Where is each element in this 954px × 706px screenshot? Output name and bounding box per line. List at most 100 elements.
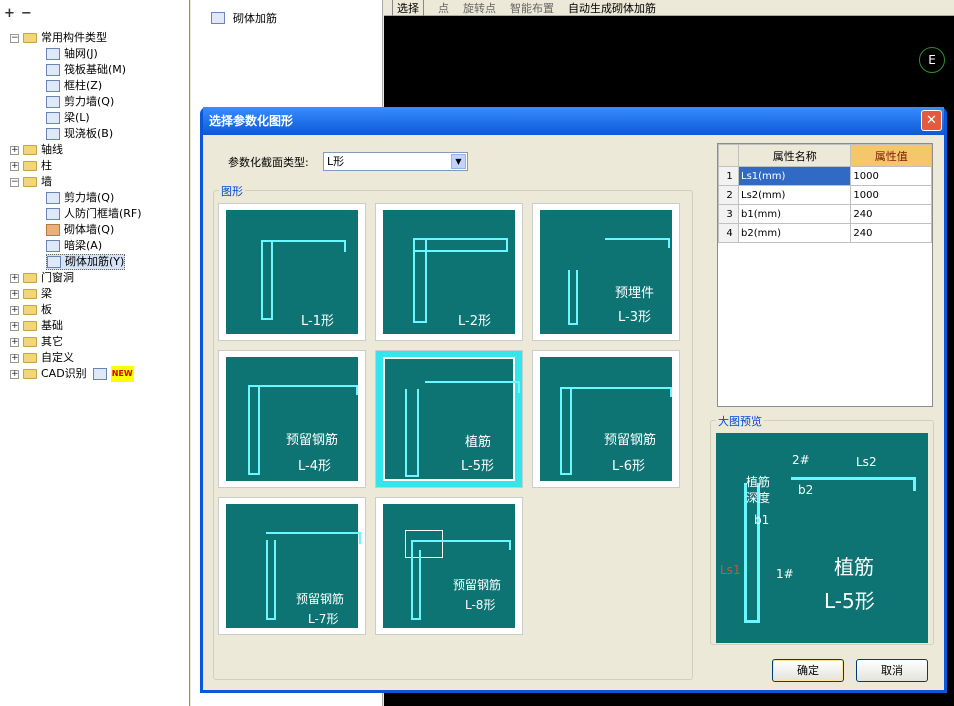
preview-label-plant: 植筋	[746, 475, 771, 489]
tree-node-slab[interactable]: + 板	[10, 302, 52, 318]
collapse-icon[interactable]: −	[10, 177, 19, 187]
preview-label-2: 2#	[792, 453, 810, 467]
tree-node-foundation[interactable]: + 基础	[10, 318, 63, 334]
folder-icon	[23, 161, 37, 171]
folder-icon	[23, 321, 37, 331]
auto-generate-tool[interactable]: 自动生成砌体加筋	[568, 0, 656, 16]
tree-item-column[interactable]: 框柱(Z)	[46, 78, 102, 94]
expand-icon[interactable]: +	[10, 369, 19, 379]
expand-icon[interactable]: +	[10, 161, 19, 171]
table-row[interactable]: 1 Ls1(mm) 1000	[718, 166, 932, 186]
rebar-icon	[211, 12, 225, 24]
cancel-button[interactable]: 取消	[856, 659, 928, 682]
preview-label-1: 1#	[776, 567, 794, 581]
expand-icon[interactable]: +	[10, 337, 19, 347]
folder-icon	[23, 33, 37, 43]
prop-value[interactable]: 1000	[850, 166, 932, 186]
row-index: 2	[718, 185, 739, 205]
smart-place-tool[interactable]: 智能布置	[510, 0, 554, 16]
rebar-icon	[47, 256, 61, 268]
tree-item-slab[interactable]: 现浇板(B)	[46, 126, 113, 142]
shape-thumb-l6[interactable]: 预留钢筋 L-6形	[532, 350, 680, 488]
shape-thumb-l7[interactable]: 预留钢筋 L-7形	[218, 497, 366, 635]
preview-title: 植筋	[834, 555, 874, 579]
expand-icon[interactable]: +	[10, 321, 19, 331]
tree-item-masonry-wall[interactable]: 砌体墙(Q)	[46, 222, 114, 238]
expand-icon[interactable]: +	[10, 289, 19, 299]
close-button[interactable]: ✕	[921, 110, 942, 131]
expand-all-icon[interactable]: +	[4, 6, 15, 24]
shape-thumb-l2[interactable]: L-2形	[375, 203, 523, 341]
tree-node-cad[interactable]: + CAD识别 NEW	[10, 366, 134, 382]
tree-item-grid[interactable]: 轴网(J)	[46, 46, 98, 62]
chevron-down-icon[interactable]: ▼	[451, 154, 466, 169]
tree-toolbar: + −	[0, 0, 189, 30]
ok-button[interactable]: 确定	[772, 659, 844, 682]
tree-node-root[interactable]: − 常用构件类型	[10, 30, 107, 46]
properties-table: 属性名称 属性值 1 Ls1(mm) 1000 2 Ls2(mm) 1000 3…	[717, 143, 933, 407]
tree-item-shearwall[interactable]: 剪力墙(Q)	[46, 94, 114, 110]
tree-item-beam[interactable]: 梁(L)	[46, 110, 90, 126]
table-header: 属性名称 属性值	[718, 144, 932, 167]
prop-name: Ls1(mm)	[737, 166, 852, 186]
raft-icon	[46, 64, 60, 76]
shape-thumb-l1[interactable]: L-1形	[218, 203, 366, 341]
cad-toolbar: 选择 点 旋转点 智能布置 自动生成砌体加筋	[384, 0, 954, 17]
expand-icon[interactable]: +	[10, 305, 19, 315]
shape-diagram: L-2形	[383, 210, 515, 334]
grid-icon	[46, 48, 60, 60]
new-badge: NEW	[110, 366, 134, 382]
shape-diagram: 植筋 L-5形	[383, 357, 520, 481]
prop-value[interactable]: 240	[850, 223, 932, 243]
shape-name: L-4形	[298, 459, 331, 474]
table-row[interactable]: 2 Ls2(mm) 1000	[718, 185, 932, 205]
tree-node-beam[interactable]: + 梁	[10, 286, 52, 302]
prop-value[interactable]: 240	[850, 204, 932, 224]
list-item-masonry-rebar[interactable]: 砌体加筋	[211, 10, 277, 26]
tree-node-openings[interactable]: + 门窗洞	[10, 270, 74, 286]
prop-name: b1(mm)	[737, 204, 852, 224]
expand-icon[interactable]: +	[10, 353, 19, 363]
prop-value[interactable]: 1000	[850, 185, 932, 205]
rebar-vertical	[411, 550, 421, 620]
shape-thumb-l3[interactable]: 预埋件 L-3形	[532, 203, 680, 341]
dialog-titlebar[interactable]: 选择参数化图形 ✕	[203, 107, 944, 135]
shape-name: L-2形	[458, 314, 491, 329]
tree-item-masonry-rebar[interactable]: 砌体加筋(Y)	[46, 254, 126, 270]
shape-thumb-l5[interactable]: 植筋 L-5形	[375, 350, 523, 488]
rotate-point-tool[interactable]: 旋转点	[463, 0, 496, 16]
point-tool[interactable]: 点	[438, 0, 449, 16]
shape-diagram: 预留钢筋 L-8形	[383, 504, 515, 628]
collapse-icon[interactable]: −	[10, 33, 19, 43]
shapes-group-label: 图形	[219, 183, 245, 199]
beam-icon	[46, 112, 60, 124]
table-row[interactable]: 3 b1(mm) 240	[718, 204, 932, 224]
header-name: 属性名称	[737, 144, 852, 167]
shape-sub: 预留钢筋	[604, 433, 657, 448]
tree-item-shearwall-2[interactable]: 剪力墙(Q)	[46, 190, 114, 206]
table-row[interactable]: 4 b2(mm) 240	[718, 223, 932, 243]
tree-item-civil-defense-wall[interactable]: 人防门框墙(RF)	[46, 206, 142, 222]
tree-item-raft[interactable]: 筏板基础(M)	[46, 62, 126, 78]
shape-sub: 预留钢筋	[453, 578, 502, 592]
section-type-select[interactable]: L形 ▼	[323, 152, 468, 171]
header-index	[718, 144, 739, 167]
tree-item-hidden-beam[interactable]: 暗梁(A)	[46, 238, 102, 254]
rebar-vertical	[560, 387, 572, 475]
tree-node-column[interactable]: + 柱	[10, 158, 52, 174]
tree-node-axis[interactable]: + 轴线	[10, 142, 63, 158]
collapse-all-icon[interactable]: −	[21, 6, 32, 24]
shape-name: L-5形	[461, 459, 494, 474]
expand-icon[interactable]: +	[10, 145, 19, 155]
tree-node-custom[interactable]: + 自定义	[10, 350, 74, 366]
row-index: 3	[718, 204, 739, 224]
select-tool[interactable]: 选择	[392, 0, 424, 17]
expand-icon[interactable]: +	[10, 273, 19, 283]
tree-node-wall[interactable]: − 墙	[10, 174, 52, 190]
shape-diagram: 预留钢筋 L-6形	[540, 357, 672, 481]
shape-thumb-l8[interactable]: 预留钢筋 L-8形	[375, 497, 523, 635]
dialog-title: 选择参数化图形	[209, 114, 294, 128]
tree-node-other[interactable]: + 其它	[10, 334, 63, 350]
folder-icon	[23, 353, 37, 363]
shape-thumb-l4[interactable]: 预留钢筋 L-4形	[218, 350, 366, 488]
